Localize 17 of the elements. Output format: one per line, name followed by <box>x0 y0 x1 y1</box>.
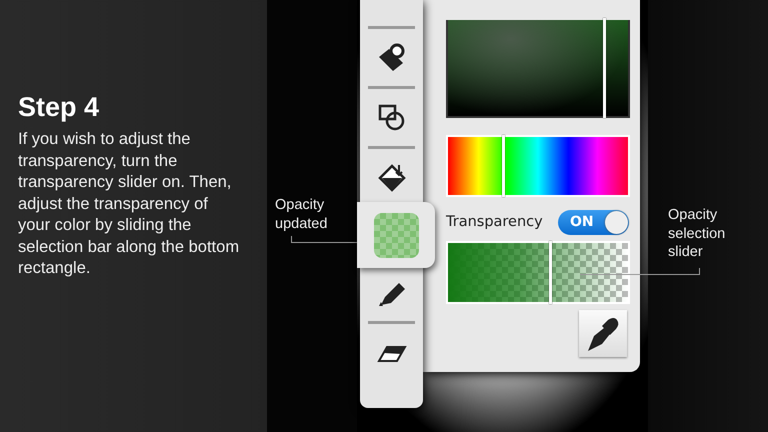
callout-text: Opacity selection slider <box>668 206 726 262</box>
shade-cursor[interactable] <box>603 18 606 118</box>
color-swatch <box>374 212 418 258</box>
eyedropper-icon <box>586 316 620 352</box>
opacity-slider[interactable] <box>446 241 630 304</box>
paint-bucket-icon <box>376 162 406 192</box>
color-swatch-tool[interactable] <box>357 202 435 268</box>
eyedropper-button[interactable] <box>579 310 627 357</box>
transparency-toggle[interactable]: ON <box>558 210 629 234</box>
opacity-thumb[interactable] <box>549 241 552 304</box>
hue-thumb[interactable] <box>502 135 506 197</box>
hue-slider[interactable] <box>446 135 630 197</box>
step-title: Step 4 <box>18 92 100 123</box>
callout-text: Opacity updated <box>275 196 328 233</box>
transparency-label: Transparency <box>446 214 543 230</box>
step-instructions: If you wish to adjust the transparency, turn the transparency slider on. Then, adjust the transparency of your color by sliding the selection bar along the bottom rectangle. <box>18 129 240 279</box>
shapes-icon <box>378 104 406 132</box>
